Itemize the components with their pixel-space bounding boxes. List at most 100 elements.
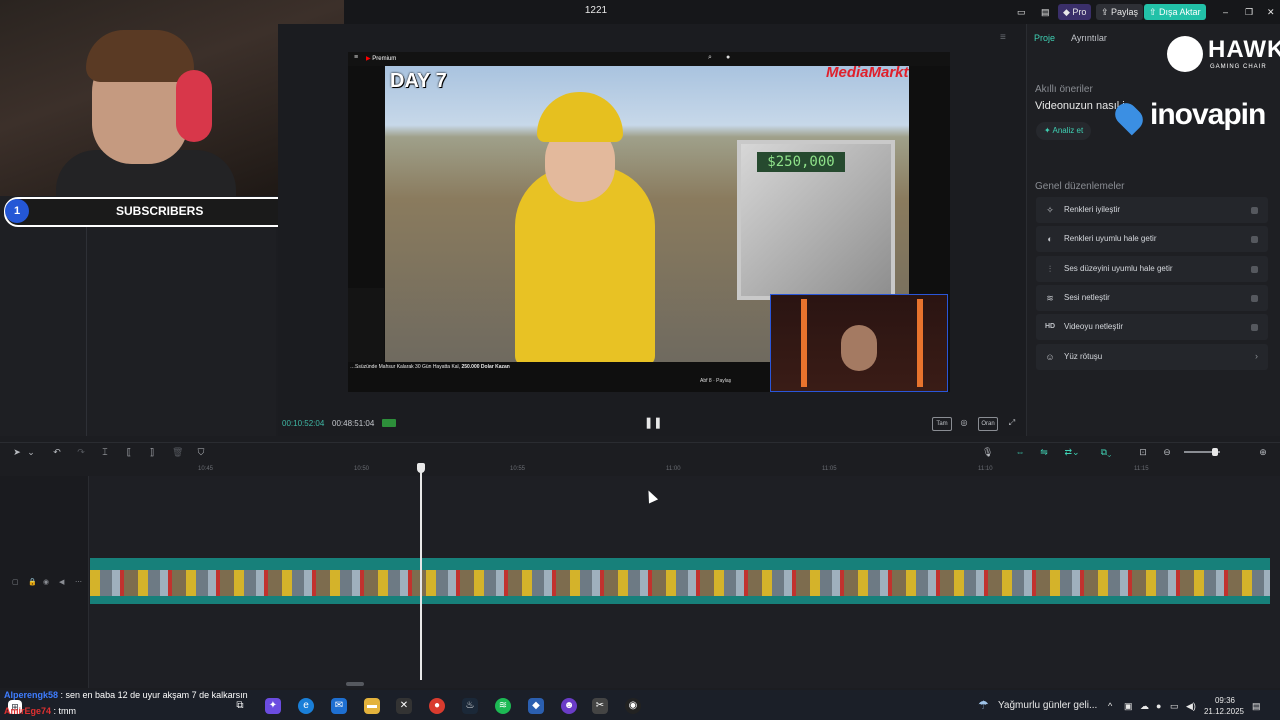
tab-project[interactable]: Proje	[1034, 33, 1055, 43]
render-icon[interactable]: ⊡	[1136, 446, 1150, 458]
clock-date[interactable]: 21.12.2025	[1202, 707, 1246, 716]
edit-face-retouch[interactable]: ☺ Yüz rötuşu ›	[1036, 344, 1268, 370]
clip-header[interactable]	[90, 558, 1270, 570]
file-explorer-icon[interactable]: ▬	[364, 698, 380, 714]
playhead[interactable]	[420, 466, 422, 680]
mic-tray-icon[interactable]: ●	[1156, 701, 1161, 711]
trim-end-icon[interactable]: ⟧	[147, 446, 157, 458]
zoom-out-icon[interactable]: ⊖	[1162, 446, 1172, 458]
close-icon[interactable]: ✕	[1262, 4, 1280, 20]
timeline-scrollbar[interactable]	[346, 682, 364, 686]
tick-label: 11:15	[1134, 466, 1149, 472]
microphone-icon[interactable]: 🎙	[982, 446, 993, 458]
audio-levels-icon: ⫶	[1048, 264, 1052, 274]
share-button[interactable]: ⇪ Paylaş	[1096, 4, 1144, 20]
snapshot-icon[interactable]: ◎	[958, 417, 970, 429]
quality-button[interactable]: Tam	[932, 417, 952, 431]
delete-icon[interactable]: 🗑	[172, 446, 183, 458]
zoom-slider-handle[interactable]	[1212, 448, 1218, 456]
hair-shape	[86, 30, 194, 82]
edit-match-audio[interactable]: ⫶ Ses düzeyini uyumlu hale getir	[1036, 256, 1268, 282]
copilot-icon[interactable]: ✦	[265, 698, 281, 714]
edit-label: Sesi netleştir	[1064, 293, 1110, 302]
network-icon[interactable]: ▭	[1170, 701, 1179, 712]
eye-icon[interactable]: ◉	[43, 578, 49, 586]
hawk-sponsor-logo: HAWK	[1208, 36, 1280, 63]
undo-icon[interactable]: ↶	[52, 446, 62, 458]
cloud-icon[interactable]: ☁	[1140, 701, 1149, 712]
task-view-icon[interactable]: ⧉	[232, 698, 248, 714]
edge-icon[interactable]: e	[298, 698, 314, 714]
time-ruler[interactable]	[88, 462, 1280, 476]
snap-icon[interactable]: ⇔	[1014, 446, 1026, 458]
tray-app-icon[interactable]: ▣	[1124, 701, 1133, 712]
pip-face-shape	[841, 325, 877, 371]
track-toggle-icon[interactable]: ▢	[12, 578, 19, 586]
ripple-icon[interactable]: ⇄⌄	[1062, 446, 1082, 458]
playhead-handle[interactable]	[417, 463, 425, 473]
edit-enhance-colors[interactable]: ✧ Renkleri iyileştir	[1036, 197, 1268, 223]
audio-clean-icon: ≋	[1046, 293, 1054, 303]
chevron-up-icon[interactable]: ^	[1108, 701, 1112, 711]
select-tool-icon[interactable]: ➤	[12, 446, 22, 458]
tick-label: 11:10	[978, 466, 993, 472]
xbox-icon[interactable]: ✕	[396, 698, 412, 714]
video-clip[interactable]	[90, 570, 1270, 596]
yt-menu-icon: ≡	[354, 54, 359, 61]
zoom-in-icon[interactable]: ⊕	[1258, 446, 1268, 458]
tab-details[interactable]: Ayrıntılar	[1071, 33, 1107, 43]
ratio-button[interactable]: Oran	[978, 417, 998, 431]
person-hat-shape	[537, 92, 623, 142]
layout-icon[interactable]: ▭	[1012, 4, 1032, 20]
edit-label: Renkleri iyileştir	[1064, 205, 1121, 214]
fullscreen-icon[interactable]: ⤢	[1006, 417, 1018, 429]
toggle[interactable]	[1251, 207, 1258, 214]
edit-sharpen-video[interactable]: HD Videoyu netleştir	[1036, 314, 1268, 340]
steam-icon[interactable]: ♨	[462, 698, 478, 714]
edit-clean-audio[interactable]: ≋ Sesi netleştir	[1036, 285, 1268, 311]
link-icon[interactable]: ⇋	[1038, 446, 1050, 458]
spotify-icon[interactable]: ≋	[495, 698, 511, 714]
toggle[interactable]	[1251, 324, 1258, 331]
redo-icon[interactable]: ↷	[76, 446, 86, 458]
notification-icon[interactable]: ▤	[1252, 701, 1261, 712]
chevron-down-icon[interactable]: ⌄	[26, 446, 36, 458]
obs-icon[interactable]: ◉	[625, 698, 641, 714]
toggle[interactable]	[1251, 236, 1258, 243]
smart-suggestions-title: Akıllı öneriler	[1035, 84, 1093, 95]
toggle[interactable]	[1251, 266, 1258, 273]
magic-wand-icon: ✧	[1046, 205, 1054, 215]
edit-label: Videoyu netleştir	[1064, 322, 1123, 331]
chrome-icon[interactable]: ●	[429, 698, 445, 714]
lock-icon[interactable]: 🔒	[28, 578, 37, 586]
trim-start-icon[interactable]: ⟦	[124, 446, 134, 458]
shield-icon[interactable]: ⛉	[196, 446, 206, 458]
light-strip	[801, 299, 807, 387]
edit-match-colors[interactable]: ◐ Renkleri uyumlu hale getir	[1036, 226, 1268, 252]
weather-text[interactable]: Yağmurlu günler geli...	[998, 700, 1097, 711]
discord-icon[interactable]: ☻	[561, 698, 577, 714]
pause-button[interactable]: ❚❚	[644, 417, 662, 429]
more-icon[interactable]: ⋯	[75, 578, 82, 586]
clock-time[interactable]: 09:36	[1204, 696, 1246, 705]
export-button[interactable]: ⇧ Dışa Aktar	[1144, 4, 1206, 20]
toggle[interactable]	[1251, 295, 1258, 302]
outlook-icon[interactable]: ✉	[331, 698, 347, 714]
minimize-icon[interactable]: –	[1218, 4, 1233, 20]
clip-audio[interactable]	[90, 596, 1270, 604]
app-icon[interactable]: ◆	[528, 698, 544, 714]
capcut-icon[interactable]: ✂	[592, 698, 608, 714]
pro-badge[interactable]: ◆ Pro	[1058, 4, 1092, 20]
safe-amount: $250,000	[757, 152, 845, 172]
menu-icon[interactable]: ≡	[1000, 32, 1006, 43]
goal-label: SUBSCRIBERS	[116, 204, 204, 218]
volume-icon[interactable]: ◀)	[1186, 701, 1196, 712]
analyze-button[interactable]: ✦ Analiz et	[1036, 122, 1092, 140]
panel-icon[interactable]: ▤	[1036, 4, 1056, 20]
restore-icon[interactable]: ❐	[1240, 4, 1258, 20]
split-icon[interactable]: ⌶	[100, 446, 110, 458]
window-title: 1221	[584, 5, 608, 16]
magnet-icon[interactable]: ⧉⌄	[1094, 446, 1118, 458]
speaker-icon[interactable]: ◀	[59, 578, 64, 586]
tick-label: 11:00	[666, 466, 681, 472]
